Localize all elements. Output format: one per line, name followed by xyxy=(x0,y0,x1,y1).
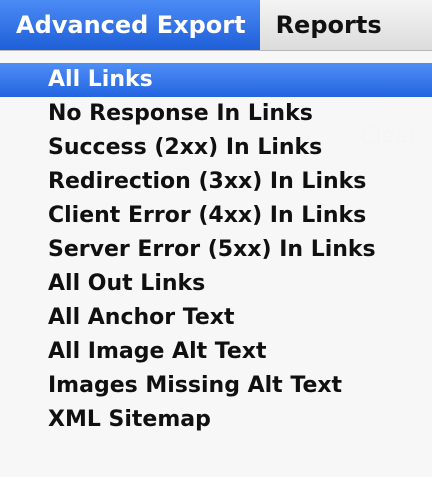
menu-reports[interactable]: Reports xyxy=(260,0,394,50)
menu-item-redirection-3xx-in-links[interactable]: Redirection (3xx) In Links xyxy=(0,165,432,199)
menu-item-images-missing-alt-text[interactable]: Images Missing Alt Text xyxy=(0,369,432,403)
menu-bar: Advanced Export Reports xyxy=(0,0,432,51)
menu-item-all-out-links[interactable]: All Out Links xyxy=(0,267,432,301)
menu-item-all-links[interactable]: All Links xyxy=(0,63,432,97)
menu-item-no-response-in-links[interactable]: No Response In Links xyxy=(0,97,432,131)
menu-item-server-error-5xx-in-links[interactable]: Server Error (5xx) In Links xyxy=(0,233,432,267)
menu-item-all-anchor-text[interactable]: All Anchor Text xyxy=(0,301,432,335)
advanced-export-dropdown: All Links No Response In Links Success (… xyxy=(0,51,432,477)
menu-item-xml-sitemap[interactable]: XML Sitemap xyxy=(0,403,432,437)
menu-item-all-image-alt-text[interactable]: All Image Alt Text xyxy=(0,335,432,369)
menu-advanced-export[interactable]: Advanced Export xyxy=(0,0,260,50)
menu-item-success-2xx-in-links[interactable]: Success (2xx) In Links xyxy=(0,131,432,165)
menu-item-client-error-4xx-in-links[interactable]: Client Error (4xx) In Links xyxy=(0,199,432,233)
